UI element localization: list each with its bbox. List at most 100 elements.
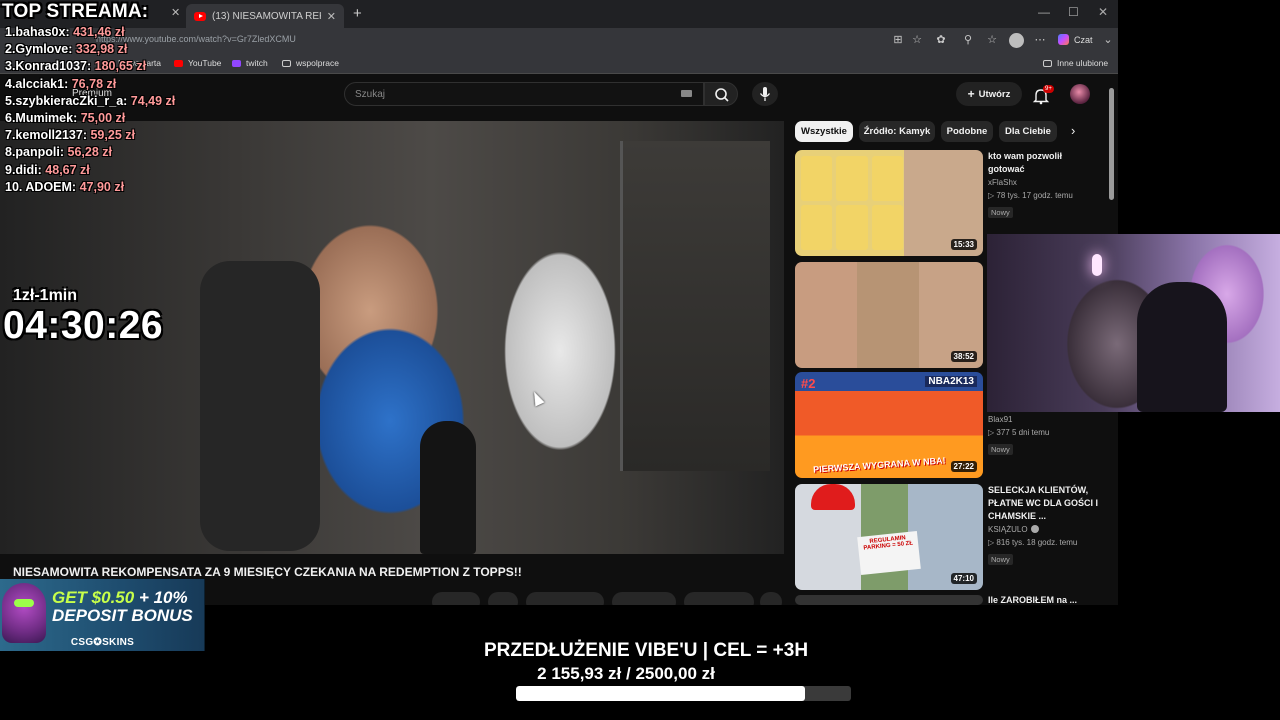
chip-source[interactable]: Źródło: Kamyk (859, 121, 935, 142)
extensions-icon[interactable]: ✿ (934, 33, 948, 47)
window-close-icon[interactable]: ✕ (1098, 5, 1108, 19)
donor-name: 6.Mumimek: (5, 110, 78, 125)
donor-amount: 76,78 zł (71, 76, 117, 91)
donor-name: 1.bahas0x: (5, 25, 70, 39)
recommended-item-5[interactable]: Ile ZAROBIŁEM na ... (988, 594, 1100, 605)
tab-title: (13) NIESAMOWITA REKOMPENSATA (212, 10, 321, 22)
microphone-icon (759, 87, 771, 101)
top-donors-title: TOP STREAMA: (2, 1, 149, 22)
search-icon (715, 88, 729, 102)
folder-icon (282, 59, 291, 67)
split-screen-icon[interactable]: ⚲ (961, 33, 975, 47)
donor-name: 10. ADOEM: (5, 179, 77, 194)
copilot-chat-button[interactable]: Czat (1058, 34, 1093, 45)
tab-close-icon[interactable]: ✕ (327, 10, 336, 23)
new-tab-icon[interactable]: + (353, 5, 362, 22)
favorite-star-icon[interactable]: ☆ (910, 33, 924, 47)
donor-amount: 59,25 zł (90, 128, 135, 143)
czat-label: Czat (1074, 34, 1093, 45)
chevron-down-icon[interactable]: ⌄ (1101, 33, 1115, 47)
goal-progress-bar (516, 686, 851, 701)
donor-row: 1.bahas0x: 431,46 zł (5, 25, 175, 42)
new-badge: Nowy (988, 207, 1013, 218)
thumbnail-logo: NBA2K13 (925, 376, 977, 387)
other-bookmarks[interactable]: Inne ulubione (1043, 58, 1108, 68)
duration-badge: 27:22 (950, 461, 977, 472)
streamer-webcam (987, 234, 1280, 412)
thumbnail-4[interactable]: REGULAMIN PARKING = 50 ZŁ 47:10 (795, 484, 983, 590)
verified-icon (1030, 525, 1039, 533)
recommended-item-1[interactable]: kto wam pozwolił gotować xFlaShx ▷ 78 ty… (988, 150, 1100, 220)
more-actions-button[interactable] (760, 592, 782, 605)
thumbnail-1[interactable]: 15:33 (795, 150, 983, 256)
download-button[interactable] (684, 592, 754, 605)
profile-avatar[interactable] (1009, 33, 1024, 48)
ad-white-text: + 10% (134, 588, 188, 607)
donor-name: 5.szybkieracZki_r_a: (5, 93, 128, 108)
app-available-icon[interactable]: ⊞ (891, 33, 905, 47)
search-input[interactable]: Szukaj (344, 82, 704, 106)
user-avatar[interactable] (1070, 84, 1090, 104)
keyboard-icon[interactable] (681, 90, 692, 97)
new-badge: Nowy (988, 444, 1013, 455)
ad-green-text: GET $0.50 (52, 588, 135, 607)
donor-row: 4.alcciak1: 76,78 zł (5, 77, 175, 94)
share-button[interactable] (526, 592, 604, 605)
youtube-icon (174, 59, 183, 67)
donor-name: 3.Konrad1037: (5, 59, 92, 74)
bookmark-twitch[interactable]: twitch (232, 58, 268, 68)
chip-all[interactable]: Wszystkie (795, 121, 853, 142)
favorites-icon[interactable]: ☆ (985, 33, 999, 47)
scrollbar-thumb[interactable] (1109, 88, 1114, 200)
voice-search-button[interactable] (752, 82, 778, 106)
donor-amount: 48,67 zł (45, 162, 90, 177)
chip-similar[interactable]: Podobne (941, 121, 993, 142)
mascot-graphic (2, 583, 46, 643)
recommended-item-4[interactable]: SELECKJA KLIENTÓW, PŁATNE WC DLA GOŚCI I… (988, 484, 1100, 567)
minimize-icon[interactable]: — (1038, 5, 1050, 19)
video-microphone (420, 421, 476, 554)
thumbnail-5[interactable] (795, 595, 983, 605)
top-donors-list: 1.bahas0x: 431,46 zł 2.Gymlove: 332,98 zł… (5, 25, 175, 197)
search-button[interactable] (704, 82, 738, 106)
subathon-timer: 04:30:26 (3, 304, 164, 347)
donor-name: 2.Gymlove: (5, 42, 73, 57)
notification-badge: 9+ (1043, 85, 1054, 93)
bookmark-label: Inne ulubione (1057, 58, 1109, 68)
webcam-chair (1137, 282, 1227, 412)
chip-for-you[interactable]: Dla Ciebie (999, 121, 1057, 142)
bookmark-youtube[interactable]: YouTube (174, 58, 221, 68)
chevron-right-icon[interactable]: › (1071, 123, 1075, 138)
donor-row: 2.Gymlove: 332,98 zł (5, 42, 175, 59)
thumbnail-3[interactable]: #2 NBA2K13 PIERWSZA WYGRANA W NBA! 27:22 (795, 372, 983, 478)
ad-line-1: GET $0.50 + 10% (52, 588, 188, 608)
rate-label: 1zł-1min (13, 287, 78, 304)
thumbnail-cards-graphic (801, 156, 903, 250)
bookmark-folder-wspolprace[interactable]: wspolprace (282, 58, 339, 68)
video-background-shelf (620, 141, 770, 471)
recommended-title: Ile ZAROBIŁEM na ... (988, 595, 1078, 605)
maximize-icon[interactable]: ☐ (1068, 5, 1079, 19)
thumbnail-2[interactable]: 38:52 (795, 262, 983, 368)
donor-amount: 75,00 zł (80, 110, 126, 125)
donor-row: 6.Mumimek: 75,00 zł (5, 111, 175, 128)
folder-icon (1043, 59, 1052, 67)
youtube-icon (194, 11, 206, 21)
goal-amount: 2 155,93 zł / 2500,00 zł (537, 664, 715, 683)
like-button[interactable] (432, 592, 480, 605)
donor-amount: 180,65 zł (94, 59, 147, 74)
create-button[interactable]: + Utwórz (956, 82, 1022, 106)
recommended-channel: KSIĄŻULO (988, 525, 1028, 534)
duration-badge: 47:10 (950, 573, 977, 584)
save-button[interactable] (612, 592, 676, 605)
donor-row: 9.didi: 48,67 zł (5, 163, 175, 180)
thumbnail-hat (811, 484, 855, 510)
bookmark-label: wspolprace (296, 58, 339, 68)
recommended-stats: ▷ 78 tys. 17 godz. temu (988, 191, 1073, 200)
more-menu-icon[interactable]: ⋯ (1033, 33, 1047, 47)
close-icon[interactable]: ✕ (171, 6, 180, 19)
tab-youtube-video[interactable]: (13) NIESAMOWITA REKOMPENSATA ✕ (186, 4, 344, 28)
donor-amount: 431,46 zł (73, 25, 125, 39)
comment-button[interactable] (488, 592, 518, 605)
recommended-item-3[interactable]: Blax91 ▷ 377 5 dni temu Nowy (988, 413, 1100, 457)
